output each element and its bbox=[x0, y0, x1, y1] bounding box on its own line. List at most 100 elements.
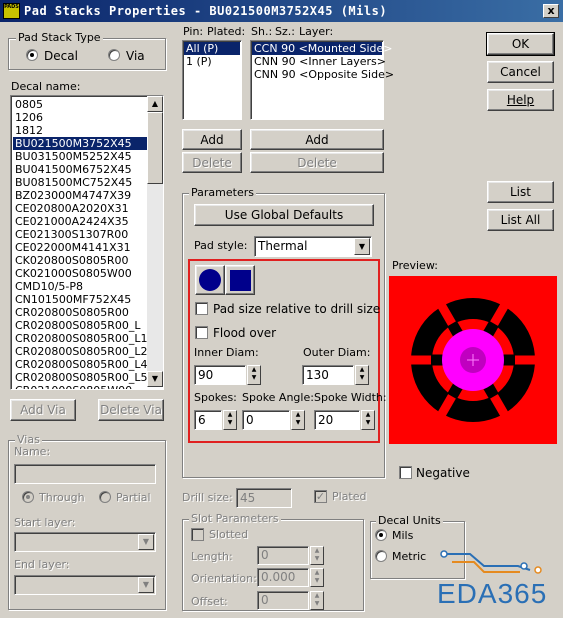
length-input[interactable]: 0 bbox=[257, 546, 309, 565]
chevron-down-icon: ▼ bbox=[138, 577, 154, 593]
add-via-button[interactable]: Add Via bbox=[10, 399, 76, 421]
list-button[interactable]: List bbox=[487, 181, 554, 203]
decal-list-item[interactable]: CE022000M4141X31 bbox=[13, 241, 147, 254]
app-icon: PADS bbox=[3, 3, 20, 19]
slotted-checkbox[interactable] bbox=[191, 528, 204, 541]
spokes-spinner[interactable]: ▲ ▼ bbox=[223, 410, 237, 430]
spoke-width-spinner[interactable]: ▲ ▼ bbox=[361, 410, 375, 430]
decal-name-list[interactable]: 0805 1206 1812 BU021500M3752X45 BU031500M525… bbox=[10, 95, 164, 390]
scroll-down-icon[interactable]: ▼ bbox=[147, 371, 163, 387]
pin-list-item[interactable]: 1 (P) bbox=[184, 55, 240, 68]
watermark-text: EDA365 bbox=[437, 578, 548, 609]
layer-list[interactable]: CCN 90 <Mounted Side> CNN 90 <Inner Layer… bbox=[250, 40, 394, 120]
metric-radio[interactable] bbox=[375, 550, 387, 562]
decal-list-scrollbar[interactable]: ▲ ▼ bbox=[147, 96, 163, 387]
spoke-angle-input[interactable]: 0 bbox=[242, 410, 290, 430]
flood-over-checkbox[interactable] bbox=[195, 326, 208, 339]
layer-add-button[interactable]: Add bbox=[250, 129, 384, 150]
decal-list-item[interactable]: CE020800A2020X31 bbox=[13, 202, 147, 215]
decal-list-item[interactable]: CR020800S0805R00_L1 bbox=[13, 332, 148, 345]
chevron-down-icon[interactable]: ▼ bbox=[354, 238, 370, 255]
decal-list-item[interactable]: 1206 bbox=[13, 111, 147, 124]
length-spinner[interactable]: ▲ ▼ bbox=[310, 546, 324, 565]
decal-list-item[interactable]: CMD10/5-P8 bbox=[13, 280, 147, 293]
via-radio-label: Via bbox=[126, 49, 145, 63]
decal-list-item[interactable]: CE021300S1307R00 bbox=[13, 228, 147, 241]
offset-spinner[interactable]: ▲ ▼ bbox=[310, 591, 324, 610]
pad-size-relative-label: Pad size relative to drill size bbox=[213, 302, 381, 316]
layer-list-item[interactable]: CCN 90 <Mounted Side> bbox=[252, 42, 393, 55]
decal-list-item[interactable]: CR021000S0805W00 bbox=[13, 384, 147, 389]
decal-list-item[interactable]: 1812 bbox=[13, 124, 147, 137]
start-layer-label: Start layer: bbox=[14, 516, 76, 529]
use-global-defaults-button[interactable]: Use Global Defaults bbox=[194, 204, 374, 226]
start-layer-select[interactable]: ▼ bbox=[14, 532, 156, 552]
decal-list-item[interactable]: BU021500M3752X45 bbox=[13, 137, 147, 150]
title-bar: PADS Pad Stacks Properties - BU021500M37… bbox=[0, 0, 563, 22]
decal-list-item[interactable]: CR020800S0805R00_L bbox=[13, 319, 147, 332]
offset-input[interactable]: 0 bbox=[257, 591, 309, 610]
pin-list[interactable]: All (P) 1 (P) bbox=[182, 40, 242, 120]
mils-radio[interactable] bbox=[375, 529, 387, 541]
list-all-button[interactable]: List All bbox=[487, 209, 554, 231]
circuit-trace-logo-icon bbox=[440, 550, 542, 574]
square-pad-shape-button[interactable] bbox=[225, 265, 255, 295]
decal-list-item[interactable]: BU081500MC752X45 bbox=[13, 176, 147, 189]
layer-delete-button[interactable]: Delete bbox=[250, 152, 384, 173]
decal-list-item[interactable]: CK020800S0805R00 bbox=[13, 254, 147, 267]
spoke-angle-value: 0 bbox=[246, 413, 254, 427]
pin-add-button[interactable]: Add bbox=[182, 129, 242, 150]
decal-list-item[interactable]: CR020800S0805R00_L2 bbox=[13, 345, 148, 358]
inner-diam-spinner[interactable]: ▲ ▼ bbox=[247, 365, 261, 385]
decal-list-item[interactable]: CE021000A2424X35 bbox=[13, 215, 147, 228]
ok-button[interactable]: OK bbox=[486, 32, 555, 56]
close-icon: x bbox=[547, 4, 555, 17]
through-radio[interactable] bbox=[22, 491, 34, 503]
parameters-group-label: Parameters bbox=[189, 186, 256, 199]
metric-label: Metric bbox=[392, 550, 427, 563]
end-layer-select[interactable]: ▼ bbox=[14, 575, 156, 595]
layer-list-item[interactable]: CNN 90 <Opposite Side> bbox=[252, 68, 394, 81]
decal-list-item[interactable]: CR020800S0805R00_L5 bbox=[13, 371, 148, 384]
sh-header: Sh.: bbox=[251, 25, 273, 38]
pad-style-select[interactable]: Thermal ▼ bbox=[254, 236, 372, 257]
spoke-width-input[interactable]: 20 bbox=[314, 410, 360, 430]
decal-list-item[interactable]: BU031500M5252X45 bbox=[13, 150, 147, 163]
decal-list-item[interactable]: 0805 bbox=[13, 98, 147, 111]
window-title: Pad Stacks Properties - BU021500M3752X45… bbox=[24, 4, 388, 18]
plated-checkbox[interactable]: ✓ bbox=[314, 490, 327, 503]
pad-size-relative-checkbox[interactable] bbox=[195, 302, 208, 315]
decal-list-item[interactable]: BU041500M6752X45 bbox=[13, 163, 147, 176]
preview-label: Preview: bbox=[392, 259, 438, 272]
layer-list-item[interactable]: CNN 90 <Inner Layers> bbox=[252, 55, 386, 68]
inner-diam-input[interactable]: 90 bbox=[194, 365, 246, 385]
decal-list-item[interactable]: BZ023000M4747X39 bbox=[13, 189, 147, 202]
pin-list-item[interactable]: All (P) bbox=[184, 42, 240, 55]
round-pad-shape-button[interactable] bbox=[195, 265, 225, 295]
decal-list-item[interactable]: CR020800S0805R00 bbox=[13, 306, 147, 319]
drill-size-input[interactable]: 45 bbox=[236, 488, 292, 508]
decal-list-item[interactable]: CR020800S0805R00_L4 bbox=[13, 358, 148, 371]
outer-diam-spinner[interactable]: ▲ ▼ bbox=[355, 365, 369, 385]
orientation-spinner[interactable]: ▲ ▼ bbox=[310, 568, 324, 587]
orientation-input[interactable]: 0.000 bbox=[257, 568, 309, 587]
help-button[interactable]: Help bbox=[487, 89, 554, 111]
preview-canvas bbox=[389, 276, 557, 444]
spoke-angle-spinner[interactable]: ▲ ▼ bbox=[291, 410, 305, 430]
decal-radio[interactable] bbox=[26, 49, 38, 61]
partial-radio[interactable] bbox=[99, 491, 111, 503]
scroll-up-icon[interactable]: ▲ bbox=[147, 96, 163, 112]
length-label: Length: bbox=[191, 550, 233, 563]
cancel-button[interactable]: Cancel bbox=[487, 61, 554, 83]
delete-via-button[interactable]: Delete Via bbox=[98, 399, 164, 421]
decal-list-item[interactable]: CK021000S0805W00 bbox=[13, 267, 147, 280]
spokes-input[interactable]: 6 bbox=[194, 410, 222, 430]
close-button[interactable]: x bbox=[543, 4, 559, 18]
via-radio[interactable] bbox=[108, 49, 120, 61]
outer-diam-input[interactable]: 130 bbox=[302, 365, 354, 385]
vias-name-input[interactable] bbox=[14, 464, 156, 484]
scroll-thumb[interactable] bbox=[147, 112, 163, 184]
decal-list-item[interactable]: CN101500MF752X45 bbox=[13, 293, 147, 306]
negative-checkbox[interactable] bbox=[399, 466, 412, 479]
pin-delete-button[interactable]: Delete bbox=[182, 152, 242, 173]
